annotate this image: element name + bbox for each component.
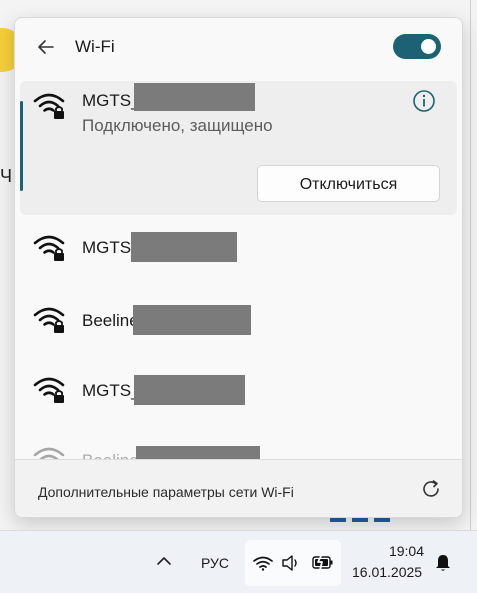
back-arrow-icon[interactable] — [37, 38, 55, 56]
network-item[interactable]: MGTS_ — [15, 218, 462, 278]
network-ssid: MGTS_ — [82, 381, 141, 400]
connection-status: Подключено, защищено — [82, 116, 273, 135]
selection-accent — [20, 101, 23, 191]
network-item[interactable]: MGTS_ — [15, 360, 462, 420]
background-text: Ч — [0, 166, 12, 186]
wifi-flyout: Wi-Fi MGTS_ Подключено, защищено Отключи… — [14, 17, 463, 518]
flyout-title: Wi-Fi — [75, 37, 115, 56]
more-settings-link[interactable]: Дополнительные параметры сети Wi-Fi — [38, 484, 294, 500]
clock-time[interactable]: 19:04 — [386, 543, 424, 559]
connected-network-card[interactable]: MGTS_ Подключено, защищено Отключиться — [20, 81, 457, 215]
wifi-secured-icon — [33, 377, 65, 403]
network-item[interactable]: Beeline — [15, 290, 462, 350]
clock-date[interactable]: 16.01.2025 — [352, 564, 422, 580]
speaker-icon — [282, 555, 297, 571]
chevron-up-icon[interactable] — [156, 553, 172, 569]
info-icon[interactable] — [412, 89, 436, 113]
disconnect-button[interactable]: Отключиться — [257, 165, 440, 202]
wifi-secured-icon — [33, 93, 65, 119]
notification-bell-icon[interactable] — [434, 553, 452, 573]
connected-ssid: MGTS_ — [82, 91, 141, 110]
toggle-knob — [421, 39, 436, 54]
wifi-secured-icon — [33, 235, 65, 261]
ssid-redaction — [134, 375, 245, 405]
ssid-redaction — [131, 232, 237, 262]
wifi-icon — [253, 556, 273, 571]
flyout-footer: Дополнительные параметры сети Wi-Fi — [15, 459, 462, 517]
refresh-icon[interactable] — [420, 478, 442, 500]
ssid-redaction — [136, 446, 260, 459]
network-ssid: Beeline — [82, 311, 139, 330]
flyout-header: Wi-Fi — [15, 18, 462, 78]
ssid-redaction — [133, 305, 251, 335]
battery-charging-icon — [312, 553, 333, 571]
ssid-redaction — [134, 83, 255, 111]
system-tray-quick-settings[interactable] — [245, 540, 341, 586]
wifi-toggle[interactable] — [393, 34, 441, 59]
taskbar: РУС 19:04 16.01.2025 — [0, 530, 477, 593]
wifi-secured-icon — [33, 307, 65, 333]
language-indicator[interactable]: РУС — [201, 555, 229, 571]
